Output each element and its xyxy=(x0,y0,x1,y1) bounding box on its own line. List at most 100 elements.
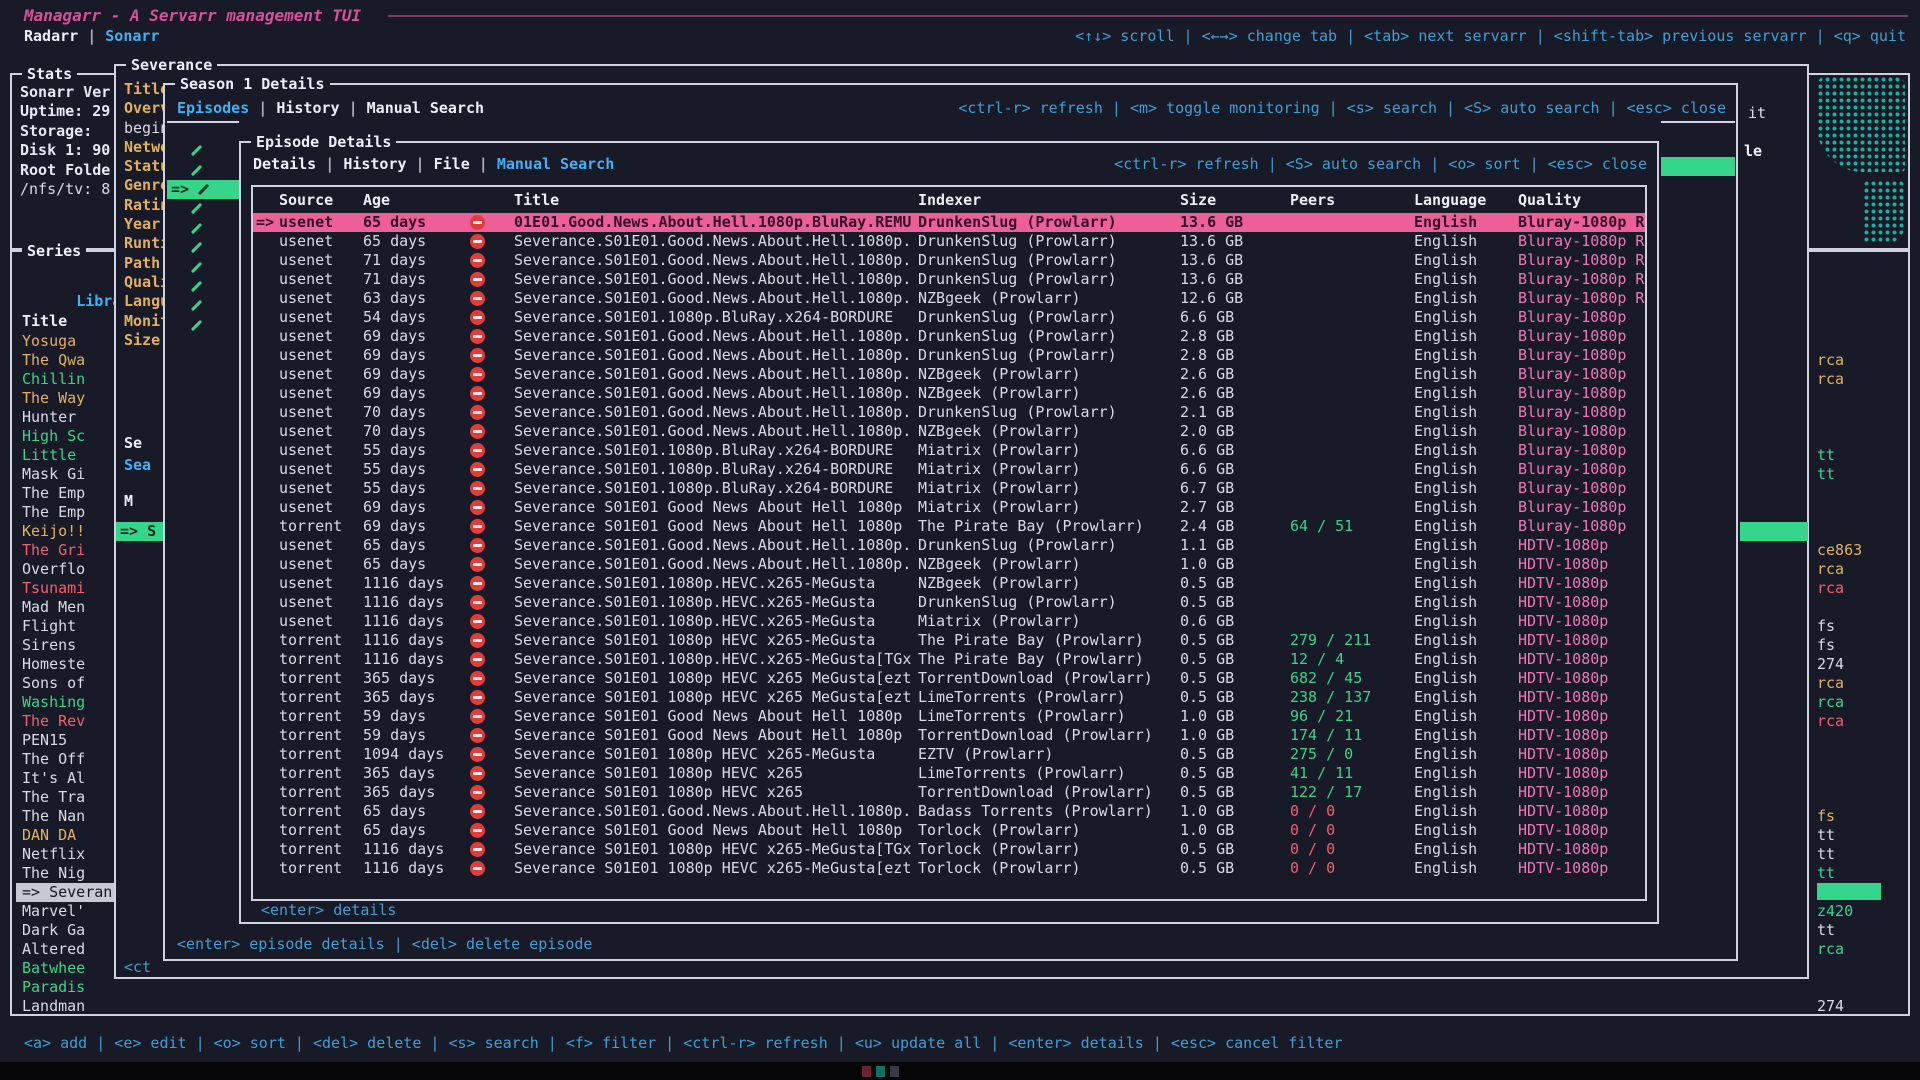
series-list-item[interactable]: Mask Gi xyxy=(16,465,120,484)
episode-row-fragment[interactable] xyxy=(167,277,240,296)
release-row[interactable]: usenet69 daysSeverance.S01E01.Good.News.… xyxy=(253,327,1645,346)
series-list-item[interactable]: Dark Ga xyxy=(16,921,120,940)
episode-tab-manual-search[interactable]: Manual Search xyxy=(497,155,614,173)
series-list-item[interactable]: Homeste xyxy=(16,655,120,674)
series-list-item[interactable]: Chillin xyxy=(16,370,120,389)
release-row[interactable]: torrent69 daysSeverance S01E01 Good News… xyxy=(253,517,1645,536)
release-peers: 0 / 0 xyxy=(1290,802,1414,821)
release-row[interactable]: torrent1116 daysSeverance.S01E01.1080p.H… xyxy=(253,650,1645,669)
series-list-item[interactable]: PEN15 xyxy=(16,731,120,750)
release-row[interactable]: usenet63 daysSeverance.S01E01.Good.News.… xyxy=(253,289,1645,308)
series-list-item[interactable]: Sirens xyxy=(16,636,120,655)
episode-row-fragment[interactable] xyxy=(167,160,240,179)
release-row[interactable]: usenet69 daysSeverance.S01E01.Good.News.… xyxy=(253,346,1645,365)
release-row[interactable]: usenet55 daysSeverance.S01E01.1080p.BluR… xyxy=(253,460,1645,479)
release-age: 69 days xyxy=(363,346,461,365)
series-list-item[interactable]: It's Al xyxy=(16,769,120,788)
series-list-item[interactable]: The Tra xyxy=(16,788,120,807)
release-row[interactable]: usenet70 daysSeverance.S01E01.Good.News.… xyxy=(253,403,1645,422)
series-list-item[interactable]: The Rev xyxy=(16,712,120,731)
series-list-item[interactable]: Little xyxy=(16,446,120,465)
episode-tab-history[interactable]: History xyxy=(343,155,406,173)
episode-tab-file[interactable]: File xyxy=(434,155,470,173)
series-list-item[interactable]: The Gri xyxy=(16,541,120,560)
release-row[interactable]: usenet71 daysSeverance.S01E01.Good.News.… xyxy=(253,270,1645,289)
release-row[interactable]: usenet71 daysSeverance.S01E01.Good.News.… xyxy=(253,251,1645,270)
series-list-item[interactable]: The Off xyxy=(16,750,120,769)
servarr-tab-radarr[interactable]: Radarr xyxy=(24,27,78,45)
servarr-tab-sonarr[interactable]: Sonarr xyxy=(105,27,159,45)
episode-row-fragment[interactable] xyxy=(167,219,240,238)
series-list-item[interactable]: Yosuga xyxy=(16,332,120,351)
release-row[interactable]: usenet69 daysSeverance.S01E01.Good.News.… xyxy=(253,365,1645,384)
release-source: usenet xyxy=(279,270,363,289)
series-list-item[interactable]: The Emp xyxy=(16,503,120,522)
series-list-item[interactable]: Hunter xyxy=(16,408,120,427)
season-tab-history[interactable]: History xyxy=(276,99,339,117)
series-list-item[interactable]: The Nig xyxy=(16,864,120,883)
episode-tab-details[interactable]: Details xyxy=(253,155,316,173)
series-list-item[interactable]: DAN DA xyxy=(16,826,120,845)
release-row[interactable]: torrent65 daysSeverance S01E01 Good News… xyxy=(253,821,1645,840)
release-row[interactable]: usenet70 daysSeverance.S01E01.Good.News.… xyxy=(253,422,1645,441)
release-row[interactable]: torrent1116 daysSeverance S01E01 1080p H… xyxy=(253,859,1645,878)
release-row[interactable]: torrent365 daysSeverance S01E01 1080p HE… xyxy=(253,669,1645,688)
season-tab-manual-search[interactable]: Manual Search xyxy=(367,99,484,117)
series-list-item[interactable]: The Emp xyxy=(16,484,120,503)
blocked-icon xyxy=(470,405,485,420)
blocked-icon xyxy=(470,823,485,838)
release-row[interactable]: =>usenet65 days01E01.Good.News.About.Hel… xyxy=(253,213,1645,232)
release-row[interactable]: torrent1094 daysSeverance S01E01 1080p H… xyxy=(253,745,1645,764)
series-list-item[interactable]: Paradis xyxy=(16,978,120,997)
episode-row-fragment[interactable] xyxy=(167,141,240,160)
episode-row-fragment[interactable] xyxy=(167,257,240,276)
series-list-item[interactable]: The Qwa xyxy=(16,351,120,370)
release-row[interactable]: torrent65 daysSeverance.S01E01.Good.News… xyxy=(253,802,1645,821)
series-list-item[interactable]: Mad Men xyxy=(16,598,120,617)
release-row[interactable]: torrent365 daysSeverance S01E01 1080p HE… xyxy=(253,688,1645,707)
release-row[interactable]: usenet55 daysSeverance.S01E01.1080p.BluR… xyxy=(253,441,1645,460)
series-list-item[interactable]: The Way xyxy=(16,389,120,408)
release-row[interactable]: torrent1116 daysSeverance S01E01 1080p H… xyxy=(253,631,1645,650)
seasons-tab-fragment[interactable]: Sea xyxy=(124,456,151,475)
series-list-item[interactable]: Landman xyxy=(16,997,120,1016)
release-age: 54 days xyxy=(363,308,461,327)
release-row[interactable]: torrent365 daysSeverance S01E01 1080p HE… xyxy=(253,783,1645,802)
release-row[interactable]: usenet54 daysSeverance.S01E01.1080p.BluR… xyxy=(253,308,1645,327)
series-list-item[interactable]: Washing xyxy=(16,693,120,712)
release-row[interactable]: usenet1116 daysSeverance.S01E01.1080p.HE… xyxy=(253,612,1645,631)
series-list-item[interactable]: Netflix xyxy=(16,845,120,864)
release-row[interactable]: usenet1116 daysSeverance.S01E01.1080p.HE… xyxy=(253,574,1645,593)
episode-row-fragment[interactable] xyxy=(167,316,240,335)
release-row[interactable]: torrent365 daysSeverance S01E01 1080p HE… xyxy=(253,764,1645,783)
series-list-item[interactable]: The Nan xyxy=(16,807,120,826)
release-indexer: DrunkenSlug (Prowlarr) xyxy=(918,403,1180,422)
series-list-item[interactable]: Flight xyxy=(16,617,120,636)
series-list-item[interactable]: Altered xyxy=(16,940,120,959)
release-row[interactable]: usenet1116 daysSeverance.S01E01.1080p.HE… xyxy=(253,593,1645,612)
series-list-item[interactable]: Overflo xyxy=(16,560,120,579)
release-row[interactable]: usenet69 daysSeverance.S01E01.Good.News.… xyxy=(253,384,1645,403)
release-row[interactable]: torrent59 daysSeverance S01E01 Good News… xyxy=(253,726,1645,745)
release-row[interactable]: usenet65 daysSeverance.S01E01.Good.News.… xyxy=(253,232,1645,251)
release-row[interactable]: usenet69 daysSeverance S01E01 Good News … xyxy=(253,498,1645,517)
release-row[interactable]: usenet55 daysSeverance.S01E01.1080p.BluR… xyxy=(253,479,1645,498)
series-list-item[interactable]: High Sc xyxy=(16,427,120,446)
release-row[interactable]: usenet65 daysSeverance.S01E01.Good.News.… xyxy=(253,555,1645,574)
series-list-item[interactable]: Marvel' xyxy=(16,902,120,921)
release-row[interactable]: torrent59 daysSeverance S01E01 Good News… xyxy=(253,707,1645,726)
episode-row-fragment[interactable] xyxy=(167,199,240,218)
season-tab-episodes[interactable]: Episodes xyxy=(177,99,249,117)
header-cell: Source xyxy=(279,191,363,210)
release-row[interactable]: usenet65 daysSeverance.S01E01.Good.News.… xyxy=(253,536,1645,555)
series-list-item[interactable]: Sons of xyxy=(16,674,120,693)
series-list-item[interactable]: => Severan xyxy=(16,883,120,902)
episode-row-fragment[interactable] xyxy=(167,238,240,257)
episode-row-fragment[interactable]: => xyxy=(167,180,240,199)
series-list-item[interactable]: Batwhee xyxy=(16,959,120,978)
release-row[interactable]: torrent1116 daysSeverance S01E01 1080p H… xyxy=(253,840,1645,859)
series-list-item[interactable]: Keijo!! xyxy=(16,522,120,541)
episode-row-fragment[interactable] xyxy=(167,296,240,315)
selection-arrow xyxy=(253,422,279,441)
series-list-item[interactable]: Tsunami xyxy=(16,579,120,598)
